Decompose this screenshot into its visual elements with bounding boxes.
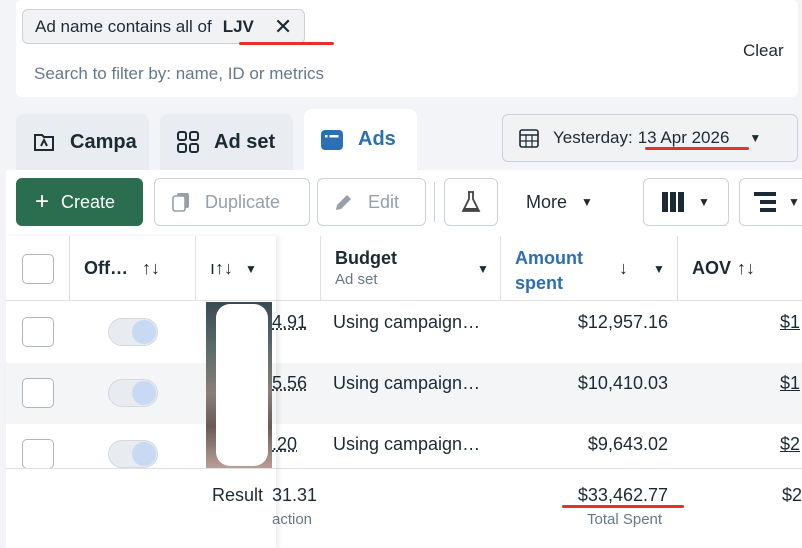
row-aov: $2: [780, 434, 801, 454]
filter-chip[interactable]: Ad name contains all of LJV ✕: [22, 9, 306, 44]
column-header-off-label: Off…: [84, 258, 128, 278]
redaction-mask: [216, 304, 268, 466]
row-budget: Using campaign…: [333, 312, 481, 332]
summary-amount-spent: $33,462.77: [577, 485, 668, 505]
tab-adsets-label: Ad set: [214, 130, 276, 153]
duplicate-icon: [172, 193, 189, 212]
row-aov: $1: [780, 312, 801, 332]
tab-ads-label: Ads: [358, 128, 396, 150]
row-aov: $1: [780, 373, 801, 393]
row-budget: Using campaign…: [333, 373, 481, 393]
column-header-budget-label: Budget: [335, 248, 397, 268]
annotation-underline: [645, 147, 749, 150]
more-dropdown[interactable]: More ▼: [526, 178, 593, 226]
summary-result-label: Result: [212, 485, 264, 505]
row-budget: Using campaign…: [333, 434, 481, 454]
row-cut-value: .20: [272, 434, 298, 454]
create-button[interactable]: + Create: [16, 178, 143, 226]
summary-row: Result 31.31 action $33,462.77 Total Spe…: [6, 468, 802, 548]
row-amount-spent: $9,643.02: [587, 434, 668, 454]
sort-desc-icon: ↓: [619, 258, 628, 278]
summary-aov: $2: [782, 485, 802, 505]
edit-button[interactable]: Edit: [317, 178, 426, 226]
chevron-down-icon: ▼: [788, 195, 800, 209]
grid-icon: [177, 131, 199, 153]
flask-icon: [461, 191, 481, 212]
summary-amount-sub: Total Spent: [587, 511, 663, 528]
row-toggle[interactable]: [108, 379, 158, 407]
toolbar-divider: [434, 182, 435, 222]
create-label: Create: [61, 191, 116, 212]
table-row[interactable]: 5.56 Using campaign… $10,410.03 $1: [6, 363, 802, 424]
tab-campaigns-label: Campa: [70, 130, 137, 153]
search-input[interactable]: Search to filter by: name, ID or metrics: [34, 64, 324, 84]
duplicate-label: Duplicate: [205, 191, 281, 212]
ad-icon: [321, 129, 343, 150]
experiment-button[interactable]: [444, 178, 498, 226]
table-header: Off… ↑↓ ı↑↓ ▼ Budget Ad set ▼ Amount spe…: [6, 236, 802, 301]
column-header-budget-sub: Ad set: [335, 271, 378, 288]
annotation-underline: [562, 505, 684, 508]
toolbar: + Create Duplicate Edit More ▼ ▼ ▼: [6, 170, 802, 236]
campaign-icon: [34, 134, 54, 151]
more-label: More: [526, 191, 568, 212]
table-row[interactable]: .20 Using campaign… $9,643.02 $2: [6, 424, 802, 468]
breakdown-icon: [754, 192, 776, 212]
filter-chip-value: LJV: [222, 16, 254, 36]
column-header-aov-label: AOV: [692, 258, 732, 278]
chevron-down-icon: ▼: [653, 262, 665, 276]
summary-cut-sub: action: [272, 511, 313, 528]
select-all-checkbox[interactable]: [21, 253, 54, 284]
ads-table: Off… ↑↓ ı↑↓ ▼ Budget Ad set ▼ Amount spe…: [6, 236, 802, 548]
columns-icon: [662, 192, 685, 212]
breakdown-button[interactable]: ▼: [739, 178, 802, 226]
summary-cut-value: 31.31: [272, 485, 318, 505]
ad-thumbnail[interactable]: [206, 302, 272, 468]
sort-icon: ↑↓: [737, 258, 756, 278]
chevron-down-icon: ▼: [581, 195, 593, 209]
row-amount-spent: $10,410.03: [577, 373, 668, 393]
row-cut-value: 5.56: [272, 373, 308, 393]
row-toggle[interactable]: [108, 318, 158, 346]
row-checkbox[interactable]: [22, 317, 54, 347]
column-header-partial[interactable]: ı↑↓ ▼: [196, 236, 321, 301]
filter-chip-label: Ad name contains all of: [35, 16, 212, 36]
column-header-budget[interactable]: Budget Ad set ▼: [321, 236, 501, 301]
annotation-underline: [239, 42, 334, 45]
chevron-down-icon: ▼: [477, 262, 489, 276]
column-header-amount-line2: spent: [515, 273, 564, 293]
pencil-icon: [336, 195, 351, 210]
columns-button[interactable]: ▼: [643, 178, 729, 226]
table-row[interactable]: 4.91 Using campaign… $12,957.16 $1: [6, 302, 802, 363]
sort-icon: ı↑↓: [210, 258, 234, 278]
select-all-cell: [6, 236, 70, 301]
column-header-off[interactable]: Off… ↑↓: [70, 236, 196, 301]
clear-button[interactable]: Clear: [743, 41, 784, 61]
row-checkbox[interactable]: [22, 439, 54, 468]
row-toggle[interactable]: [108, 440, 158, 468]
duplicate-button[interactable]: Duplicate: [154, 178, 310, 226]
date-value: 13 Apr 2026: [637, 128, 730, 147]
tab-ads[interactable]: Ads: [304, 109, 417, 170]
chevron-down-icon: ▼: [245, 261, 257, 276]
chevron-down-icon: ▼: [698, 195, 710, 209]
date-range-picker[interactable]: Yesterday: 13 Apr 2026 ▼: [502, 114, 798, 162]
date-prefix: Yesterday:: [553, 128, 633, 147]
column-header-amount-spent[interactable]: Amount spent ↓ ▼: [501, 236, 678, 301]
plus-icon: +: [35, 188, 50, 215]
row-cut-value: 4.91: [272, 312, 308, 332]
sort-icon: ↑↓: [142, 258, 160, 278]
calendar-icon: [519, 129, 539, 148]
chevron-down-icon: ▼: [749, 131, 762, 145]
row-checkbox[interactable]: [22, 378, 54, 408]
tab-campaigns[interactable]: Campa: [16, 114, 149, 170]
column-header-aov[interactable]: AOV ↑↓: [678, 236, 802, 301]
close-icon[interactable]: ✕: [274, 15, 292, 38]
row-amount-spent: $12,957.16: [577, 312, 668, 332]
edit-label: Edit: [368, 191, 400, 212]
tab-adsets[interactable]: Ad set: [160, 114, 293, 170]
